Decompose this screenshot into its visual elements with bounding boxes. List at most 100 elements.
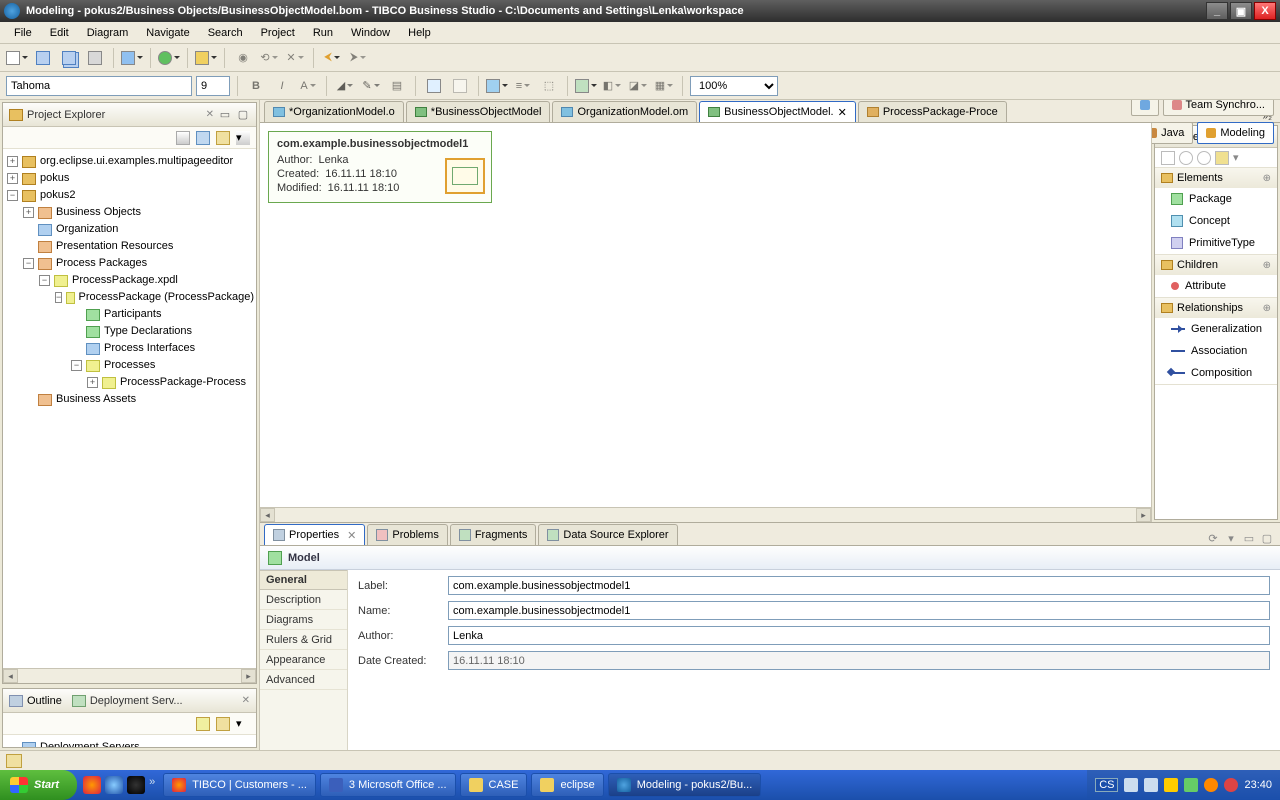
ql-more-icon[interactable]: » [149, 776, 155, 794]
palette-item-generalization[interactable]: Generalization [1155, 318, 1277, 340]
collapse-all-icon[interactable] [176, 131, 190, 145]
label-input[interactable] [448, 576, 1270, 595]
tab-dse[interactable]: Data Source Explorer [538, 524, 677, 545]
tray-icon[interactable] [1224, 778, 1238, 792]
diagram-canvas[interactable]: com.example.businessobjectmodel1 Author:… [260, 123, 1152, 522]
perspective-modeling[interactable]: Modeling [1197, 122, 1274, 144]
tab-fragments[interactable]: Fragments [450, 524, 537, 545]
media-icon[interactable] [127, 776, 145, 794]
zoom-in-icon[interactable] [1179, 151, 1193, 165]
outline-title[interactable]: Outline [27, 695, 68, 707]
font-color-button[interactable]: A [297, 75, 319, 97]
view-close-icon[interactable]: ✕ [206, 109, 214, 120]
new-button[interactable] [6, 47, 28, 69]
project-tree[interactable]: +org.eclipse.ui.examples.multipageeditor… [3, 149, 256, 668]
tree-item[interactable]: ProcessPackage-Process [120, 374, 246, 391]
status-icon[interactable] [6, 754, 22, 768]
tree-item[interactable]: Business Objects [56, 204, 141, 221]
thunderbird-icon[interactable] [105, 776, 123, 794]
cat-diagrams[interactable]: Diagrams [260, 610, 347, 630]
deploy-title[interactable]: Deployment Serv... [90, 695, 236, 707]
task-button-active[interactable]: Modeling - pokus2/Bu... [608, 773, 762, 797]
clock[interactable]: 23:40 [1244, 779, 1272, 791]
view-menu-icon[interactable]: ▾ [1224, 531, 1238, 545]
tray-icon[interactable] [1124, 778, 1138, 792]
editor-tab[interactable]: *BusinessObjectModel [406, 101, 551, 122]
menu-run[interactable]: Run [305, 25, 341, 41]
filter-icon[interactable] [216, 131, 230, 145]
tree-item[interactable]: org.eclipse.ui.examples.multipageeditor [40, 153, 233, 170]
zoom-combo[interactable]: 100% [690, 76, 778, 96]
tree-item[interactable]: ProcessPackage (ProcessPackage) [79, 289, 254, 306]
tree-item[interactable]: Business Assets [56, 391, 136, 408]
bold-button[interactable]: B [245, 75, 267, 97]
tree-item[interactable]: pokus2 [40, 187, 75, 204]
palette-item-concept[interactable]: Concept [1155, 210, 1277, 232]
line-color-button[interactable]: ✎ [360, 75, 382, 97]
tray-icon[interactable] [1204, 778, 1218, 792]
zoom-out-icon[interactable] [1197, 151, 1211, 165]
tab-problems[interactable]: Problems [367, 524, 447, 545]
view-close-icon[interactable]: ✕ [242, 695, 250, 706]
tree-item[interactable]: Participants [104, 306, 161, 323]
cat-description[interactable]: Description [260, 590, 347, 610]
firefox-icon[interactable] [83, 776, 101, 794]
home-icon[interactable] [216, 717, 230, 731]
palette-item-primitivetype[interactable]: PrimitiveType [1155, 232, 1277, 254]
task-button[interactable]: eclipse [531, 773, 603, 797]
undo-button[interactable]: ◉ [232, 47, 254, 69]
menu-edit[interactable]: Edit [42, 25, 77, 41]
start-button[interactable]: Start [0, 770, 77, 800]
tree-item[interactable]: Process Interfaces [104, 340, 195, 357]
name-input[interactable] [448, 601, 1270, 620]
tree-item[interactable]: Type Declarations [104, 323, 192, 340]
tray-icon[interactable] [1184, 778, 1198, 792]
cat-rulers-grid[interactable]: Rulers & Grid [260, 630, 347, 650]
menu-file[interactable]: File [6, 25, 40, 41]
canvas-hscroll[interactable]: ◂▸ [260, 507, 1151, 522]
editor-tab-active[interactable]: BusinessObjectModel.✕ [699, 101, 856, 122]
close-icon[interactable]: ✕ [838, 106, 847, 119]
menu-project[interactable]: Project [253, 25, 303, 41]
cat-appearance[interactable]: Appearance [260, 650, 347, 670]
select-tool-button[interactable] [423, 75, 445, 97]
tab-properties[interactable]: Properties✕ [264, 524, 365, 545]
palette-section-relationships[interactable]: Relationships⊕ [1155, 298, 1277, 318]
menu-window[interactable]: Window [343, 25, 398, 41]
tree-item[interactable]: Deployment Servers [40, 739, 140, 747]
search-button[interactable] [195, 47, 217, 69]
tray-icon[interactable] [1144, 778, 1158, 792]
view-min-icon[interactable]: ▭ [218, 108, 232, 122]
palette-section-children[interactable]: Children⊕ [1155, 255, 1277, 275]
editor-tab[interactable]: ProcessPackage-Proce [858, 101, 1007, 122]
run-button[interactable] [158, 47, 180, 69]
tree-item[interactable]: Processes [104, 357, 155, 374]
redo-button[interactable]: ⟲ [258, 47, 280, 69]
editor-tab[interactable]: OrganizationModel.om [552, 101, 697, 122]
menu-help[interactable]: Help [400, 25, 439, 41]
note-tool-icon[interactable] [1215, 151, 1229, 165]
palette-section-elements[interactable]: Elements⊕ [1155, 168, 1277, 188]
compartment-button[interactable]: ▦ [653, 75, 675, 97]
palette-item-package[interactable]: Package [1155, 188, 1277, 210]
tree-item[interactable]: ProcessPackage.xpdl [72, 272, 178, 289]
font-size-combo[interactable] [196, 76, 230, 96]
palette-item-attribute[interactable]: Attribute [1155, 275, 1277, 297]
tray-icon[interactable] [1164, 778, 1178, 792]
delete-button[interactable]: ✕ [284, 47, 306, 69]
view-menu-icon[interactable]: ▾ [236, 717, 250, 731]
lang-indicator[interactable]: CS [1095, 778, 1118, 792]
visibility-button[interactable]: ◪ [627, 75, 649, 97]
view-menu-icon[interactable]: ▾ [236, 131, 250, 145]
minimize-button[interactable]: _ [1206, 2, 1228, 20]
task-button[interactable]: TIBCO | Customers - ... [163, 773, 316, 797]
author-input[interactable] [448, 626, 1270, 645]
tree-hscroll[interactable]: ◂▸ [3, 668, 256, 683]
palette-item-composition[interactable]: Composition [1155, 362, 1277, 384]
menu-search[interactable]: Search [200, 25, 251, 41]
view-max-icon[interactable]: ▢ [236, 108, 250, 122]
deploy-tree[interactable]: Deployment Servers [3, 735, 256, 747]
perspective-button[interactable] [121, 47, 143, 69]
palette-item-association[interactable]: Association [1155, 340, 1277, 362]
editor-tab[interactable]: *OrganizationModel.o [264, 101, 404, 122]
